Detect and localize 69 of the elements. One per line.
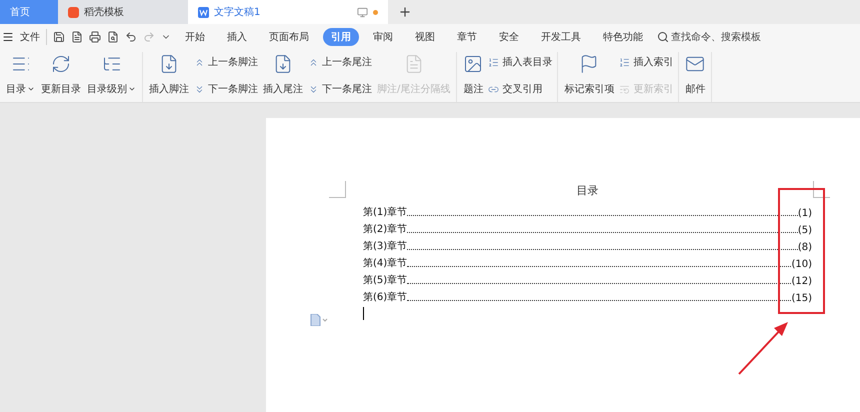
search-field[interactable]: 查找命令、搜索模板: [657, 30, 761, 44]
image-icon: [463, 54, 484, 74]
menu-tab[interactable]: 视图: [407, 28, 443, 46]
ribbon-button[interactable]: 更新目录: [40, 52, 82, 102]
menu-tab[interactable]: 章节: [449, 28, 485, 46]
down-icon: [194, 84, 205, 94]
menu-tab[interactable]: 页面布局: [261, 28, 317, 46]
ribbon-button[interactable]: 交叉引用: [488, 82, 552, 96]
file-menu[interactable]: 文件: [20, 30, 40, 44]
ribbon-button[interactable]: 题注: [462, 52, 484, 102]
page-number: (10): [791, 259, 812, 270]
refresh-icon: [51, 54, 71, 74]
page-number: (8): [798, 242, 812, 253]
toc-entry: 第(4)章节: [363, 256, 408, 270]
print-icon[interactable]: [89, 31, 101, 43]
menu-icon[interactable]: [2, 31, 14, 43]
monitor-icon[interactable]: [357, 6, 368, 18]
save-icon[interactable]: [53, 31, 65, 43]
toc-entry: 第(3)章节: [363, 240, 408, 253]
ribbon-button[interactable]: 插入脚注: [148, 52, 190, 102]
toc-entry: 第(2)章节: [363, 222, 408, 236]
ribbon-button[interactable]: 下一条尾注: [308, 82, 372, 96]
ribbon-button[interactable]: 邮件: [684, 52, 706, 102]
preview-icon[interactable]: [107, 31, 119, 43]
page-number: (15): [791, 293, 812, 304]
toc-title: 目录: [576, 183, 598, 198]
ribbon-button[interactable]: 下一条脚注: [194, 82, 258, 96]
document-icon[interactable]: [71, 31, 83, 43]
down-icon: [308, 84, 319, 94]
up-icon: [194, 56, 205, 68]
menu-tab[interactable]: 特色功能: [595, 28, 651, 46]
corner-mark: [329, 181, 346, 198]
search-icon: [657, 31, 669, 43]
menu-tab[interactable]: 审阅: [365, 28, 401, 46]
new-tab-icon[interactable]: [398, 5, 412, 19]
numbered-list-icon: [488, 56, 500, 68]
numbered-list-icon: [619, 56, 630, 68]
menu-tab[interactable]: 插入: [219, 28, 255, 46]
document-tab[interactable]: 稻壳模板: [58, 0, 188, 24]
ribbon-button[interactable]: 上一条尾注: [308, 55, 372, 69]
caret-icon: [128, 85, 136, 93]
ribbon-button[interactable]: 插入索引: [619, 55, 674, 69]
menu-tab[interactable]: 开始: [177, 28, 213, 46]
page-number: (5): [798, 225, 812, 236]
ribbon-button[interactable]: 目录级别: [86, 52, 137, 102]
toc-entry: 第(1)章节: [363, 206, 408, 219]
text-cursor: [363, 307, 364, 320]
caret-icon: [27, 85, 35, 93]
menu-tab[interactable]: 开发工具: [533, 28, 589, 46]
ribbon-button[interactable]: 插入表目录: [488, 55, 552, 69]
document-icon: [159, 54, 179, 74]
list-icon: [619, 84, 630, 94]
ribbon-button[interactable]: 上一条脚注: [194, 55, 258, 69]
page-number: (1): [798, 208, 812, 219]
toc-entry: 第(6)章节: [363, 290, 408, 304]
ribbon-button[interactable]: 插入尾注: [262, 52, 304, 102]
up-icon: [308, 56, 319, 68]
menu-tab[interactable]: 安全: [491, 28, 527, 46]
mail-icon: [685, 54, 706, 74]
ribbon-button[interactable]: 目录: [5, 52, 36, 102]
toc-entry: 第(5)章节: [363, 274, 408, 287]
page-number: (12): [791, 276, 812, 287]
document-icon: [198, 6, 209, 18]
document-icon: [273, 54, 293, 74]
corner-mark: [813, 181, 830, 198]
arrow: [738, 322, 788, 375]
ribbon-button[interactable]: 标记索引项: [563, 52, 616, 102]
document-tab[interactable]: 文字文稿1: [188, 0, 388, 24]
undo-icon[interactable]: [125, 31, 137, 43]
